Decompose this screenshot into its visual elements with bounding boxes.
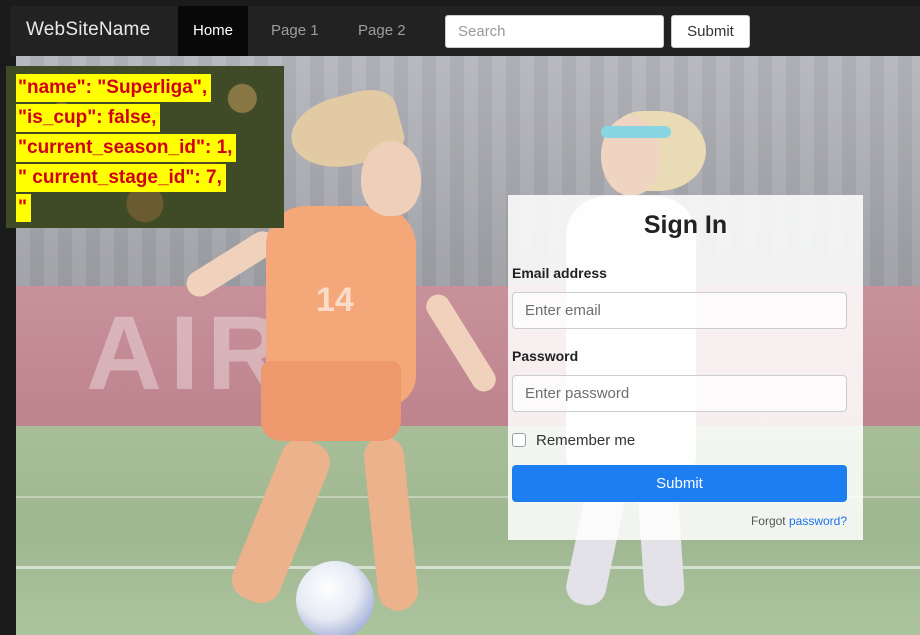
search-input[interactable]: [445, 15, 664, 48]
email-field[interactable]: [512, 292, 847, 329]
brand-name[interactable]: WebSiteName: [26, 19, 150, 41]
forgot-password: Forgot password?: [751, 514, 847, 528]
sign-in-submit-button[interactable]: Submit: [512, 465, 847, 502]
top-navbar: WebSiteName Home Page 1 Page 2 Submit: [10, 6, 920, 56]
annotation-line: "is_cup": false,: [16, 104, 161, 132]
sign-in-title: Sign In: [643, 211, 728, 239]
sign-in-card: Sign In Email address Password Remember …: [508, 195, 863, 540]
annotation-line: ": [16, 194, 32, 222]
password-field[interactable]: [512, 375, 847, 412]
annotation-line: "name": "Superliga",: [16, 74, 212, 102]
search-submit-button[interactable]: Submit: [671, 15, 750, 48]
json-annotation: "name": "Superliga", "is_cup": false, "c…: [6, 66, 284, 228]
nav-link-page-1[interactable]: Page 1: [256, 6, 334, 56]
forgot-password-link[interactable]: password?: [789, 514, 847, 528]
remember-me-row[interactable]: Remember me: [512, 431, 635, 449]
nav-link-page-2[interactable]: Page 2: [343, 6, 421, 56]
email-label: Email address: [512, 265, 607, 281]
nav-link-home[interactable]: Home: [178, 6, 249, 56]
remember-me-checkbox[interactable]: [512, 433, 526, 447]
forgot-prefix: Forgot: [750, 514, 789, 528]
annotation-line: "current_season_id": 1,: [16, 134, 237, 162]
remember-me-label[interactable]: Remember me: [536, 432, 635, 449]
annotation-line: " current_stage_id": 7,: [16, 164, 226, 192]
password-label: Password: [512, 348, 579, 364]
page-frame: AIR 14 WebSiteName Home Page 1 Page 2 Su…: [0, 0, 920, 635]
